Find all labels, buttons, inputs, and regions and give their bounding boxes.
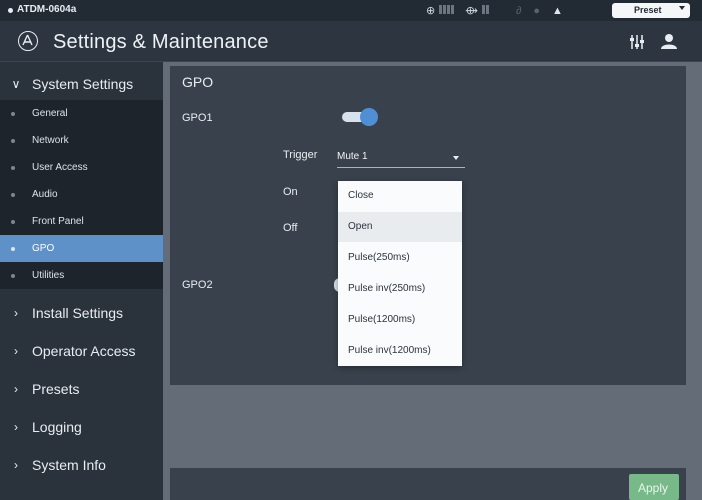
trigger-select[interactable]: Mute 1 [337,146,465,168]
bullet-icon [11,220,15,224]
network-status-icon: ⊕ [426,5,436,17]
chevron-down-icon [453,156,459,160]
dropdown-option-close[interactable]: Close [338,181,462,211]
sidebar-section-label: System Info [32,457,106,473]
apply-label: Apply [638,481,669,495]
trigger-value: Mute 1 [337,151,368,162]
on-label: On [283,186,298,198]
device-name: ATDM-0604a [17,4,77,15]
sidebar-item-general[interactable]: General [0,100,163,127]
on-action-dropdown: Close Open Pulse(250ms) Pulse inv(250ms)… [338,181,462,366]
option-label: Open [348,221,373,232]
chain-icon: ∂ [515,4,522,17]
chevron-right-icon: › [14,306,18,320]
option-label: Pulse inv(1200ms) [348,345,431,356]
trigger-label: Trigger [283,149,318,161]
bullet-icon [11,193,15,197]
option-label: Close [348,190,374,201]
bullet-icon [11,274,15,278]
preset-button[interactable]: Preset [612,3,690,18]
link-level-icon [481,4,490,17]
sidebar-section-operator-access[interactable]: › Operator Access [0,333,163,369]
dropdown-option-pulse-inv-1200[interactable]: Pulse inv(1200ms) [338,336,462,366]
sidebar-section-label: Presets [32,381,80,397]
chevron-right-icon: › [14,458,18,472]
option-label: Pulse(250ms) [348,252,410,263]
sidebar-item-front-panel[interactable]: Front Panel [0,208,163,235]
sidebar-section-label: Logging [32,419,82,435]
option-label: Pulse(1200ms) [348,314,416,325]
page-title: Settings & Maintenance [53,31,269,53]
bullet-icon [11,247,15,251]
gpo1-label: GPO1 [182,112,213,124]
sidebar-item-label: Network [32,135,69,146]
gpo2-label: GPO2 [182,279,213,291]
sidebar-section-label: Install Settings [32,305,124,321]
chevron-right-icon: › [14,420,18,434]
sidebar-item-user-access[interactable]: User Access [0,154,163,181]
sidebar-section-label: Operator Access [32,343,136,359]
link-icon: ⟴ [465,5,478,17]
sidebar: ∨ System Settings General Network User A… [0,62,163,500]
status-bar: ATDM-0604a ⊕ ⟴ ∂ ● ▲ Preset [0,0,702,21]
sidebar-item-label: Utilities [32,270,65,281]
panel-title: GPO [182,74,214,90]
sidebar-section-system-info[interactable]: › System Info [0,447,163,483]
sidebar-item-utilities[interactable]: Utilities [0,262,163,289]
option-label: Pulse inv(250ms) [348,283,426,294]
warning-icon: ▲ [552,4,563,17]
sidebar-item-label: General [32,108,68,119]
sidebar-section-install-settings[interactable]: › Install Settings [0,295,163,331]
sidebar-section-system-settings[interactable]: ∨ System Settings [0,66,163,102]
chevron-right-icon: › [14,382,18,396]
dropdown-option-pulse-1200[interactable]: Pulse(1200ms) [338,305,462,335]
device-status-dot [8,8,13,13]
mixer-icon[interactable] [629,33,647,51]
sidebar-section-label: System Settings [32,76,134,92]
bottom-bar [170,468,686,500]
record-icon: ● [533,4,541,17]
sidebar-item-label: User Access [32,162,88,173]
dropdown-option-pulse-inv-250[interactable]: Pulse inv(250ms) [338,274,462,304]
chevron-down-icon [679,6,685,10]
system-settings-subnav: General Network User Access Audio Front … [0,100,163,289]
bullet-icon [11,112,15,116]
status-icons: ⊕ ⟴ ∂ ● ▲ [426,4,563,17]
gpo1-toggle[interactable] [342,108,380,126]
sidebar-item-label: Audio [32,189,58,200]
sidebar-item-audio[interactable]: Audio [0,181,163,208]
sidebar-item-network[interactable]: Network [0,127,163,154]
signal-level-icon [439,4,455,17]
sidebar-section-presets[interactable]: › Presets [0,371,163,407]
sidebar-item-label: Front Panel [32,216,84,227]
dropdown-option-open[interactable]: Open [338,212,462,242]
dropdown-option-pulse-250[interactable]: Pulse(250ms) [338,243,462,273]
chevron-down-icon: ∨ [11,77,21,91]
sidebar-item-label: GPO [32,243,55,254]
chevron-right-icon: › [14,344,18,358]
preset-label: Preset [634,5,662,15]
sidebar-item-gpo[interactable]: GPO [0,235,163,262]
off-label: Off [283,222,298,234]
toggle-knob [360,108,378,126]
bullet-icon [11,139,15,143]
title-bar: Settings & Maintenance [0,21,702,62]
sidebar-section-logging[interactable]: › Logging [0,409,163,445]
bullet-icon [11,166,15,170]
user-icon[interactable] [660,32,678,50]
logo-icon [18,31,38,51]
apply-button[interactable]: Apply [629,474,679,500]
